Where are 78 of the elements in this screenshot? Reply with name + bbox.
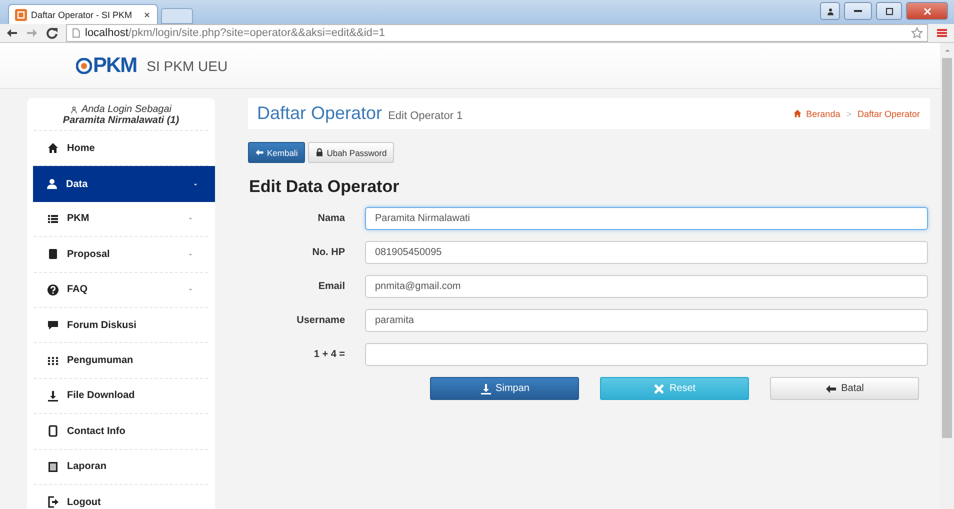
breadcrumb-link[interactable]: Beranda (793, 108, 840, 118)
close-icon (922, 6, 932, 16)
close-icon (143, 10, 151, 18)
report-icon (47, 460, 59, 473)
back-icon (6, 27, 18, 39)
user-icon (70, 106, 78, 114)
breadcrumb-link[interactable]: Daftar Operator (857, 108, 920, 118)
input-field[interactable]: pnmita@gmail.com (365, 274, 928, 298)
sidebar-item[interactable]: Laporan (34, 450, 208, 485)
field-label: No. HP (311, 246, 346, 258)
sidebar-item[interactable]: Proposal (34, 237, 208, 273)
profile-button[interactable] (820, 2, 840, 20)
arrow-left-icon (255, 148, 264, 157)
sidebar-item[interactable]: PKM (34, 202, 208, 238)
field-label: Email (317, 280, 346, 292)
caret-icon (187, 215, 194, 222)
input-field[interactable]: Paramita Nirmalawati (365, 206, 928, 230)
close-button[interactable] (906, 2, 948, 20)
form-title: Edit Data Operator (249, 177, 400, 197)
minimize-icon (854, 10, 862, 12)
field-label: Nama (316, 212, 346, 224)
reload-button[interactable] (46, 27, 58, 39)
logout-icon (47, 496, 59, 508)
sidebar-item[interactable]: Forum Diskusi (34, 308, 208, 344)
back-button[interactable] (6, 27, 18, 39)
book-icon (47, 248, 59, 260)
address-bar[interactable]: localhost/pkm/login/site.php?site=operator&&aksi=edit&&id=1 (66, 24, 928, 42)
app-title: SI PKM UEU (146, 58, 228, 74)
reload-icon (46, 27, 58, 39)
forward-icon (26, 27, 38, 39)
list-icon (47, 212, 59, 225)
caret-icon (187, 286, 194, 294)
home-icon (793, 109, 802, 118)
download-icon (480, 382, 492, 394)
page-subtitle: Edit Operator 1 (388, 110, 464, 122)
home-icon (47, 142, 59, 154)
sidebar-item[interactable]: FAQ (34, 272, 208, 308)
scrollbar-thumb[interactable] (942, 58, 952, 438)
field-label: Username (296, 314, 346, 326)
input-field[interactable] (365, 342, 928, 366)
sidebar-item[interactable]: File Download (34, 378, 208, 414)
sidebar-item[interactable]: Contact Info (34, 414, 208, 450)
maximize-icon (884, 6, 894, 16)
lock-icon (314, 148, 324, 157)
maximize-button[interactable] (876, 2, 902, 20)
close-icon (653, 382, 666, 394)
sidebar-item[interactable]: Logout (34, 484, 208, 509)
toolbar-button[interactable]: Kembali (248, 142, 305, 163)
swirl-icon (76, 58, 92, 74)
download-icon (47, 390, 59, 402)
star-icon (911, 27, 923, 39)
comment-icon (47, 319, 59, 332)
login-caption: Anda Login Sebagai (81, 104, 172, 115)
page-title: Daftar Operator (257, 103, 382, 124)
input-field[interactable]: paramita (365, 308, 928, 332)
sidebar-item[interactable]: Pengumuman (34, 343, 208, 379)
phone-icon (47, 425, 59, 438)
browser-tab[interactable]: Daftar Operator - SI PKM (8, 4, 158, 24)
arrow-left-icon (825, 382, 838, 394)
user-icon (46, 178, 58, 190)
favicon-icon (15, 8, 27, 20)
breadcrumb-separator: > (846, 108, 852, 118)
field-label: 1 + 4 = (312, 348, 346, 360)
question-icon (47, 284, 59, 296)
minimize-button[interactable] (844, 2, 872, 20)
input-field[interactable]: 081905450095 (365, 240, 928, 264)
pkm-logo[interactable]: PKM (76, 54, 137, 78)
page-icon (71, 28, 81, 38)
form-button[interactable]: Batal (770, 377, 919, 400)
arrow-up-icon (944, 47, 950, 54)
toolbar-button[interactable]: Ubah Password (308, 142, 394, 163)
user-name: Paramita Nirmalawati (1) (62, 115, 180, 126)
menu-button[interactable] (936, 27, 948, 39)
grid-icon (47, 354, 59, 367)
sidebar-item[interactable]: Data (33, 166, 215, 202)
menu-icon (936, 27, 948, 39)
user-icon (826, 6, 834, 16)
form-button[interactable]: Simpan (430, 377, 579, 400)
